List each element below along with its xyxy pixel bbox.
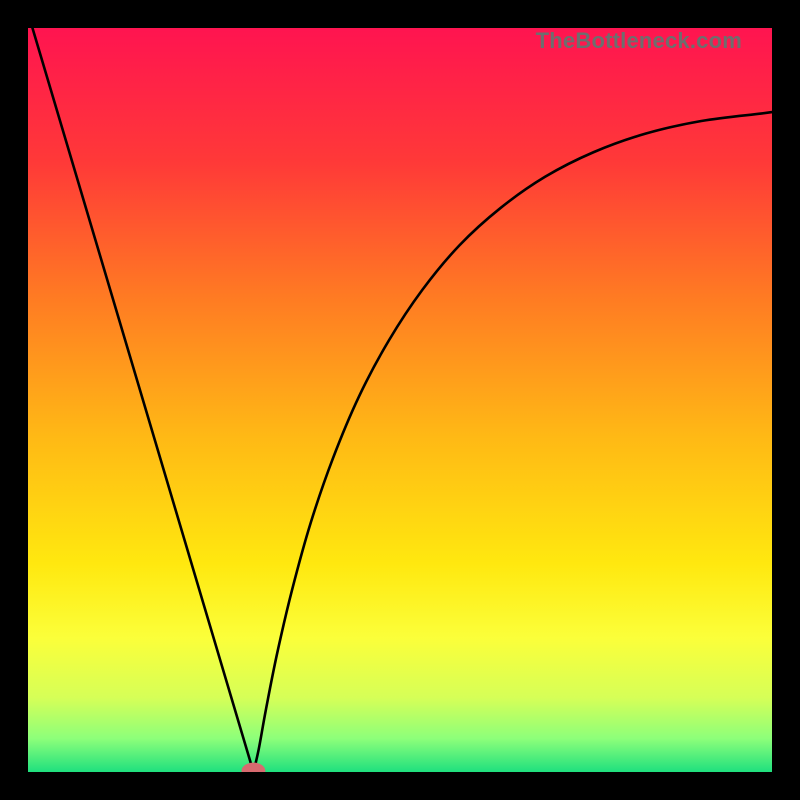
chart-background (28, 28, 772, 772)
watermark-text: TheBottleneck.com (536, 28, 742, 54)
chart-plot-area: TheBottleneck.com (28, 28, 772, 772)
chart-frame: TheBottleneck.com (0, 0, 800, 800)
chart-svg (28, 28, 772, 772)
